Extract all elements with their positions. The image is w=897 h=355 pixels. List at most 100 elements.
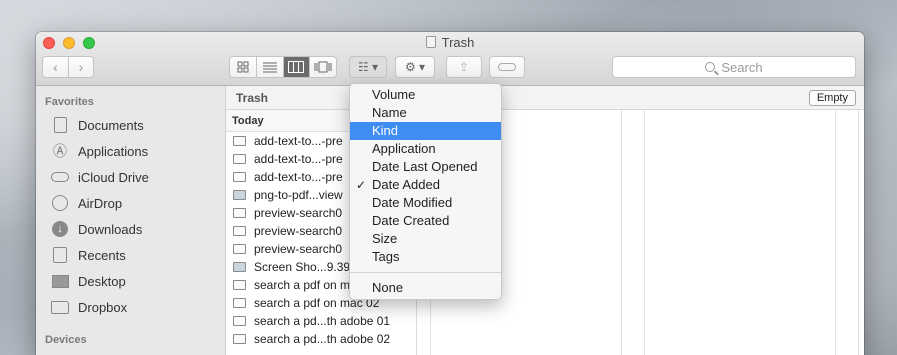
arrange-button[interactable]: ☷ ▾ bbox=[349, 56, 387, 78]
icon-view-button[interactable] bbox=[230, 57, 256, 77]
sidebar-item-desktop[interactable]: Desktop bbox=[36, 268, 225, 294]
file-name: search a pdf on m bbox=[254, 278, 351, 292]
menu-item-date-created[interactable]: Date Created bbox=[350, 212, 501, 230]
list-view-icon bbox=[262, 62, 277, 73]
file-name: Screen Sho...9.39 bbox=[254, 260, 351, 274]
menu-item-label: Date Last Opened bbox=[372, 159, 478, 174]
column-divider[interactable] bbox=[835, 110, 836, 355]
menu-item-size[interactable]: Size bbox=[350, 230, 501, 248]
menu-item-name[interactable]: Name bbox=[350, 104, 501, 122]
search-placeholder: Search bbox=[721, 59, 763, 75]
document-file-icon bbox=[233, 226, 246, 236]
menu-item-volume[interactable]: Volume bbox=[350, 86, 501, 104]
column-view-button[interactable] bbox=[282, 57, 310, 77]
menu-item-label: Size bbox=[372, 231, 398, 246]
document-file-icon bbox=[233, 334, 246, 344]
icon-view-icon bbox=[237, 61, 249, 73]
cover-flow-button[interactable] bbox=[309, 57, 336, 77]
file-name: add-text-to...-pre bbox=[254, 152, 343, 166]
documents-icon bbox=[53, 117, 67, 133]
document-file-icon bbox=[233, 244, 246, 254]
sidebar-item-dropbox[interactable]: Dropbox bbox=[36, 294, 225, 320]
sidebar-item-label: Applications bbox=[78, 143, 149, 159]
document-file-icon bbox=[233, 172, 246, 182]
back-button[interactable]: ‹ bbox=[43, 57, 68, 77]
folder-icon bbox=[51, 300, 69, 314]
file-name: add-text-to...-pre bbox=[254, 134, 343, 148]
menu-item-date-added[interactable]: ✓ Date Added bbox=[350, 176, 501, 194]
file-name: preview-search0 bbox=[254, 242, 343, 256]
image-file-icon bbox=[233, 190, 246, 200]
downloads-icon: ↓ bbox=[52, 221, 68, 237]
menu-separator bbox=[350, 272, 501, 273]
file-name: preview-search0 bbox=[254, 206, 343, 220]
sidebar-item-recents[interactable]: Recents bbox=[36, 242, 225, 268]
document-file-icon bbox=[233, 154, 246, 164]
sidebar-item-label: Dropbox bbox=[78, 299, 128, 315]
share-button[interactable]: ⇪ bbox=[446, 56, 482, 78]
share-icon: ⇪ bbox=[458, 60, 470, 74]
browser-content: Trash Empty Today add-text-to...-pre add-… bbox=[226, 86, 864, 355]
sidebar-item-label: Downloads bbox=[78, 221, 143, 237]
document-file-icon bbox=[233, 298, 246, 308]
menu-item-label: Date Added bbox=[372, 177, 440, 192]
menu-item-label: Name bbox=[372, 105, 407, 120]
file-name: add-text-to...-pre bbox=[254, 170, 343, 184]
sidebar-item-applications[interactable]: Ⓐ Applications bbox=[36, 138, 225, 164]
arrange-menu: Volume Name Kind Application Date Last Opene… bbox=[349, 83, 502, 300]
file-name: search a pd...th adobe 01 bbox=[254, 314, 391, 328]
tag-icon bbox=[498, 63, 516, 71]
menu-item-none[interactable]: None bbox=[350, 279, 501, 297]
sidebar-item-label: iCloud Drive bbox=[78, 169, 149, 185]
search-field[interactable]: Search bbox=[612, 56, 856, 78]
sidebar: Favorites Documents Ⓐ Applications iClou… bbox=[36, 86, 226, 355]
menu-item-label: Volume bbox=[372, 87, 416, 102]
menu-item-label: Kind bbox=[372, 123, 399, 138]
tags-button[interactable] bbox=[489, 56, 525, 78]
menu-item-label: Date Created bbox=[372, 213, 450, 228]
column-divider[interactable] bbox=[858, 110, 859, 355]
document-file-icon bbox=[233, 316, 246, 326]
path-bar: Trash Empty bbox=[226, 86, 864, 110]
action-button[interactable]: ⚙ ▾ bbox=[395, 56, 435, 78]
list-view-button[interactable] bbox=[255, 57, 283, 77]
sidebar-item-airdrop[interactable]: AirDrop bbox=[36, 190, 225, 216]
column-divider[interactable] bbox=[644, 110, 645, 355]
document-file-icon bbox=[233, 280, 246, 290]
menu-item-label: Tags bbox=[372, 249, 400, 264]
applications-icon: Ⓐ bbox=[53, 143, 67, 159]
sidebar-item-documents[interactable]: Documents bbox=[36, 112, 225, 138]
column-divider[interactable] bbox=[621, 110, 622, 355]
menu-item-label: Application bbox=[372, 141, 436, 156]
document-file-icon bbox=[233, 136, 246, 146]
titlebar: Trash ‹ › ☷ ▾ ⚙ ▾ ⇪ Search bbox=[36, 32, 864, 86]
sidebar-item-downloads[interactable]: ↓ Downloads bbox=[36, 216, 225, 242]
file-name: png-to-pdf...view bbox=[254, 188, 343, 202]
location-label: Trash bbox=[236, 91, 269, 105]
gear-icon: ⚙ ▾ bbox=[404, 60, 426, 74]
empty-trash-button[interactable]: Empty bbox=[808, 90, 856, 106]
navigation-buttons: ‹ › bbox=[42, 56, 94, 78]
sidebar-item-icloud-drive[interactable]: iCloud Drive bbox=[36, 164, 225, 190]
file-row[interactable]: search a pd...th adobe 01 bbox=[226, 312, 416, 330]
recents-icon bbox=[53, 247, 67, 263]
menu-item-date-last-opened[interactable]: Date Last Opened bbox=[350, 158, 501, 176]
document-file-icon bbox=[233, 208, 246, 218]
sidebar-item-label: Documents bbox=[78, 117, 144, 133]
forward-button[interactable]: › bbox=[68, 57, 93, 77]
column-view-icon bbox=[288, 61, 305, 73]
file-row[interactable]: search a pd...th adobe 02 bbox=[226, 330, 416, 348]
menu-item-tags[interactable]: Tags bbox=[350, 248, 501, 266]
file-name: search a pd...th adobe 02 bbox=[254, 332, 391, 346]
window-title: Trash bbox=[36, 35, 864, 50]
view-mode-control bbox=[229, 56, 337, 78]
airdrop-icon bbox=[52, 195, 68, 211]
window-title-text: Trash bbox=[441, 35, 475, 50]
desktop-icon bbox=[51, 274, 69, 288]
cover-flow-icon bbox=[314, 61, 332, 73]
menu-item-date-modified[interactable]: Date Modified bbox=[350, 194, 501, 212]
sidebar-item-label: Recents bbox=[78, 247, 126, 263]
menu-item-application[interactable]: Application bbox=[350, 140, 501, 158]
icloud-icon bbox=[51, 172, 69, 182]
menu-item-kind[interactable]: Kind bbox=[350, 122, 501, 140]
